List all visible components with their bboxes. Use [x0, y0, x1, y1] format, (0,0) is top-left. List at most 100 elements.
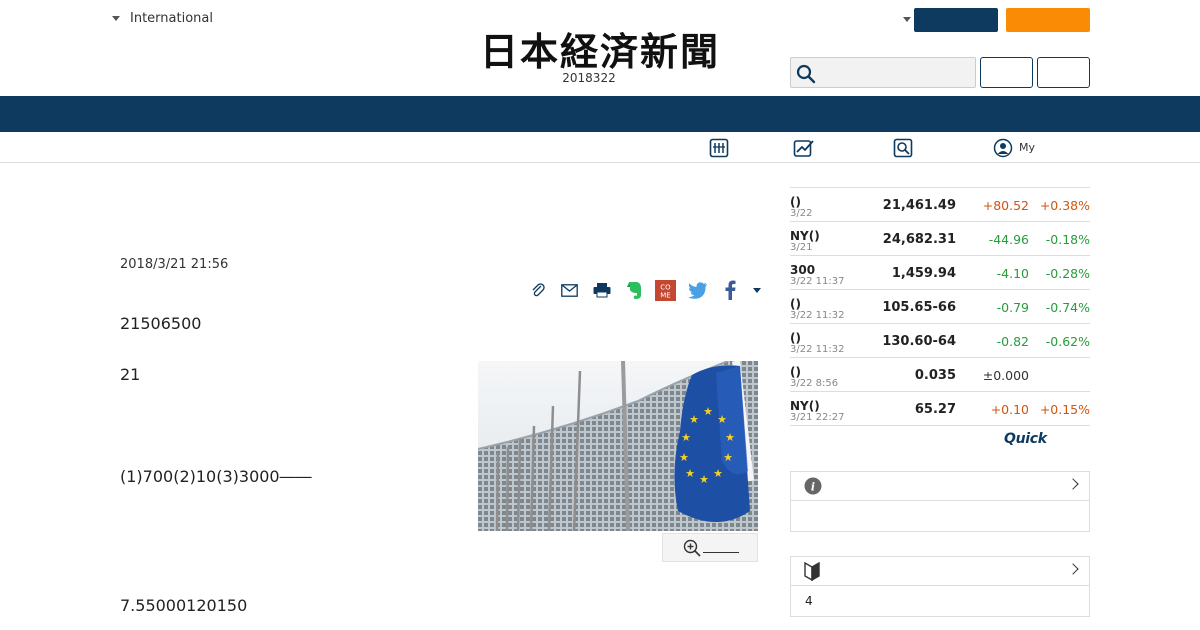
- market-change: -44.96: [988, 232, 1029, 247]
- market-change: -0.79: [996, 300, 1029, 315]
- search-button[interactable]: [980, 57, 1033, 88]
- caret-down-icon: [112, 16, 120, 21]
- photo-zoom-button[interactable]: [662, 533, 758, 562]
- svg-text:★: ★: [681, 431, 691, 444]
- chart-icon: [793, 139, 814, 157]
- facebook-icon[interactable]: [719, 280, 740, 301]
- svg-text:i: i: [811, 481, 815, 494]
- market-value: 1,459.94: [891, 266, 956, 281]
- subnav-item-chart[interactable]: [793, 137, 815, 158]
- market-change: +0.10: [990, 402, 1029, 417]
- market-time: 3/22 11:32: [790, 344, 845, 355]
- site-logo[interactable]: 日本経済新聞: [452, 28, 748, 74]
- market-name: (): [790, 365, 801, 379]
- search-icon: [796, 64, 816, 84]
- zoom-in-icon: [683, 539, 701, 557]
- svg-text:ME: ME: [660, 291, 670, 299]
- article-paragraph: 7.55000120150: [120, 596, 248, 615]
- market-name: NY(): [790, 229, 820, 243]
- market-pct: +0.38%: [1039, 198, 1090, 213]
- market-change: -4.10: [996, 266, 1029, 281]
- issue-date: 2018322: [562, 71, 616, 85]
- svg-text:★: ★: [685, 467, 695, 480]
- market-name: NY(): [790, 399, 820, 413]
- beginner-box-body: 4: [805, 594, 813, 608]
- svg-text:★: ★: [723, 451, 733, 464]
- svg-text:★: ★: [679, 451, 689, 464]
- login-button[interactable]: [914, 8, 998, 32]
- share-toolbar: CO ME: [527, 278, 774, 302]
- subnav-item-label: My: [1019, 141, 1036, 154]
- search-input[interactable]: [790, 57, 976, 88]
- market-time: 3/22: [790, 208, 813, 219]
- chevron-right-icon: [1067, 478, 1079, 490]
- market-time: 3/22 11:32: [790, 310, 845, 321]
- edition-selector[interactable]: International: [112, 11, 213, 26]
- article-paragraph: 21506500: [120, 314, 202, 333]
- subnav-item-search[interactable]: [893, 137, 913, 158]
- svg-text:★: ★: [703, 405, 713, 418]
- subscribe-button[interactable]: [1006, 8, 1090, 32]
- market-name: (): [790, 195, 801, 209]
- beginner-mark-icon: [804, 562, 820, 581]
- svg-text:★: ★: [699, 473, 709, 486]
- market-value: 0.035: [914, 368, 956, 383]
- market-change: -0.82: [996, 334, 1029, 349]
- beginner-box[interactable]: 4: [790, 556, 1090, 617]
- market-row[interactable]: 300 3/22 11:37 1,459.94 -4.10 -0.28%: [790, 256, 1090, 290]
- twitter-icon[interactable]: [687, 280, 708, 301]
- market-value: 21,461.49: [882, 198, 956, 213]
- market-pct: -0.28%: [1045, 266, 1090, 281]
- svg-text:★: ★: [717, 413, 727, 426]
- market-row[interactable]: NY() 3/21 22:27 65.27 +0.10 +0.15%: [790, 392, 1090, 426]
- svg-text:CO: CO: [660, 283, 671, 291]
- main-navigation-bar: [0, 96, 1200, 132]
- market-row[interactable]: () 3/22 11:32 130.60-64 -0.82 -0.62%: [790, 324, 1090, 358]
- market-data-table: () 3/22 21,461.49 +80.52 +0.38% NY() 3/2…: [790, 187, 1090, 426]
- svg-text:★: ★: [713, 467, 723, 480]
- market-value: 130.60-64: [882, 334, 956, 349]
- sub-navigation: My: [0, 132, 1200, 163]
- zoom-caption-underline: [703, 552, 739, 553]
- article-timestamp: 2018/3/21 21:56: [120, 257, 229, 272]
- market-name: (): [790, 331, 801, 345]
- clip-icon[interactable]: [527, 280, 548, 301]
- market-row[interactable]: () 3/22 8:56 0.035 ±0.000: [790, 358, 1090, 392]
- article-paragraph: 21: [120, 365, 141, 384]
- mail-icon[interactable]: [559, 280, 580, 301]
- market-value: 65.27: [914, 402, 956, 417]
- article-photo[interactable]: ★ ★ ★ ★ ★ ★ ★ ★ ★ ★: [478, 361, 758, 531]
- market-change: ±0.000: [982, 368, 1029, 383]
- market-time: 3/22 8:56: [790, 378, 839, 389]
- market-change: +80.52: [982, 198, 1029, 213]
- article-paragraph: (1)700(2)10(3)3000――: [120, 467, 312, 486]
- market-time: 3/22 11:37: [790, 276, 845, 287]
- market-pct: +0.15%: [1039, 402, 1090, 417]
- market-time: 3/21: [790, 242, 813, 253]
- advanced-search-button[interactable]: [1037, 57, 1090, 88]
- market-time: 3/21 22:27: [790, 412, 845, 423]
- info-box[interactable]: i: [790, 471, 1090, 532]
- comment-icon[interactable]: CO ME: [655, 279, 676, 301]
- market-pct: -0.62%: [1045, 334, 1090, 349]
- market-value: 24,682.31: [882, 232, 956, 247]
- subnav-item-market-board[interactable]: [709, 137, 729, 158]
- search-news-icon: [893, 138, 913, 157]
- market-name: 300: [790, 263, 816, 277]
- market-row[interactable]: () 3/22 11:32 105.65-66 -0.79 -0.74%: [790, 290, 1090, 324]
- beginner-box-header[interactable]: [791, 557, 1089, 586]
- subnav-item-my[interactable]: My: [993, 137, 1035, 158]
- evernote-icon[interactable]: [623, 280, 644, 301]
- info-box-body: [791, 501, 1089, 517]
- print-icon[interactable]: [591, 280, 612, 301]
- info-box-header[interactable]: i: [791, 472, 1089, 501]
- info-icon: i: [804, 477, 822, 495]
- market-row[interactable]: NY() 3/21 24,682.31 -44.96 -0.18%: [790, 222, 1090, 256]
- more-icon[interactable]: [751, 280, 763, 301]
- market-value: 105.65-66: [882, 300, 956, 315]
- quick-logo[interactable]: Quick: [1004, 431, 1047, 447]
- edition-label: International: [130, 11, 213, 26]
- market-row[interactable]: () 3/22 21,461.49 +80.52 +0.38%: [790, 188, 1090, 222]
- caret-down-icon[interactable]: [903, 17, 911, 22]
- market-board-icon: [709, 138, 729, 157]
